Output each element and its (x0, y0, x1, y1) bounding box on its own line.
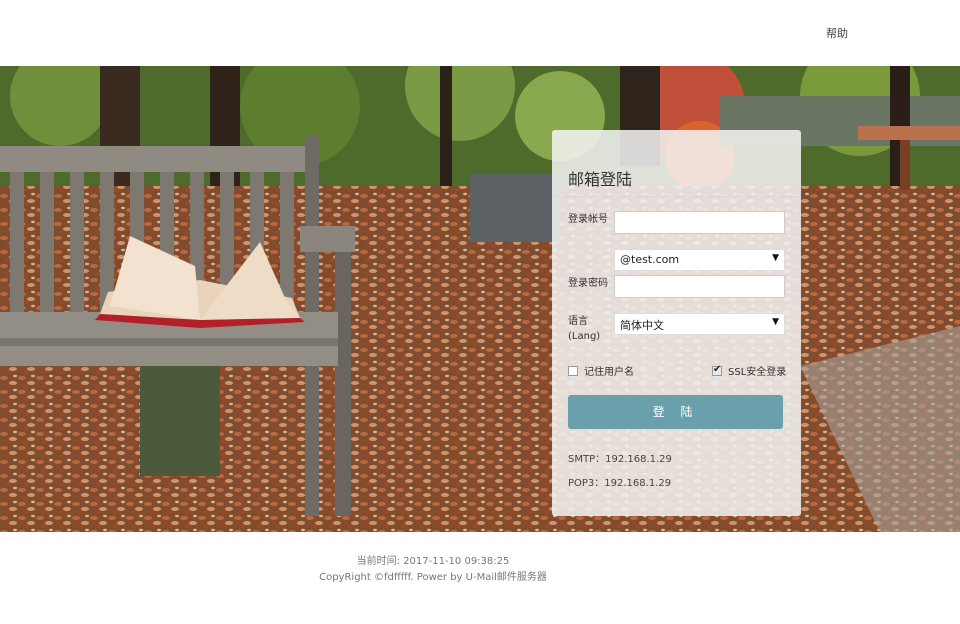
language-label: 语言 (Lang) (568, 314, 600, 344)
remember-username-checkbox[interactable] (568, 365, 578, 376)
current-time: 当前时间: 2017-11-10 09:38:25 (356, 556, 510, 567)
background-photo: 邮箱登陆 登录帐号 @test.com ▼ 登录密码 语言 (Lang) 简体中… (0, 66, 960, 532)
language-select-value: 简体中文 (620, 319, 664, 332)
login-panel: 邮箱登陆 登录帐号 @test.com ▼ 登录密码 语言 (Lang) 简体中… (552, 130, 801, 516)
ssl-login-checkbox[interactable]: ✔ (712, 363, 722, 376)
login-button[interactable]: 登 陆 (568, 395, 783, 429)
autumn-bench-illustration (0, 66, 960, 532)
ssl-login-label: SSL安全登录 (728, 367, 787, 378)
smtp-info: SMTP：192.168.1.29 (568, 454, 672, 465)
panel-divider (552, 196, 801, 197)
language-label-en: (Lang) (568, 331, 601, 342)
language-select[interactable]: 简体中文 ▼ (614, 313, 785, 335)
login-title: 邮箱登陆 (568, 170, 633, 189)
domain-select[interactable]: @test.com ▼ (614, 249, 785, 271)
remember-username-label: 记住用户名 (584, 367, 634, 378)
remember-username-option[interactable]: 记住用户名 (568, 363, 634, 378)
check-icon: ✔ (713, 363, 722, 375)
domain-select-value: @test.com (620, 253, 680, 266)
account-label: 登录帐号 (568, 214, 608, 225)
language-label-text: 语言 (568, 316, 588, 327)
account-input[interactable] (614, 211, 785, 234)
top-bar: 帮助 (0, 0, 960, 66)
password-input[interactable] (614, 275, 785, 298)
footer: 当前时间: 2017-11-10 09:38:25 CopyRight ©fdf… (0, 554, 866, 586)
ssl-login-option[interactable]: ✔ SSL安全登录 (712, 363, 786, 378)
help-link[interactable]: 帮助 (826, 25, 848, 41)
chevron-down-icon: ▼ (772, 317, 779, 327)
password-label: 登录密码 (568, 278, 608, 289)
pop3-info: POP3：192.168.1.29 (568, 478, 672, 489)
chevron-down-icon: ▼ (772, 253, 779, 263)
copyright: CopyRight ©fdfffff. Power by U-Mail邮件服务器 (319, 572, 547, 583)
